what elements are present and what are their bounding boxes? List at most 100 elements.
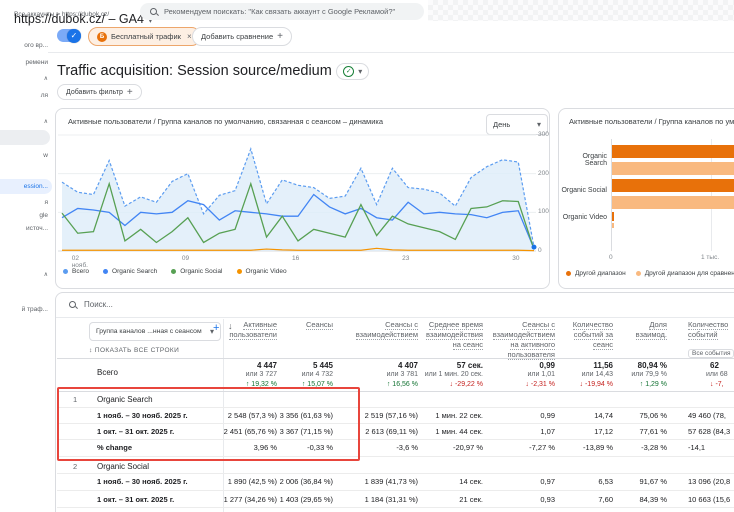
legend-label: Другой диапазон	[575, 270, 626, 277]
table-cell: 13 096 (20,8	[688, 477, 734, 486]
bar-x-tick: 0	[609, 254, 613, 261]
bar-current	[612, 212, 614, 221]
bar-chart-title: Активные пользователи / Группа каналов п…	[569, 117, 734, 126]
header-divider	[57, 358, 734, 359]
topbar-masked-region	[428, 0, 734, 21]
add-comparison-button[interactable]: Добавить сравнение +	[192, 27, 292, 46]
chevron-down-icon: ▾	[537, 120, 541, 129]
event-filter-select[interactable]: Все события	[688, 349, 734, 358]
row-divider	[57, 490, 734, 491]
bar-chart-legend: Другой диапазон Другой диапазон для сравн…	[566, 270, 734, 277]
nav-item-clipped[interactable]: й траф...	[0, 306, 48, 313]
search-icon	[69, 301, 76, 308]
period-label: 1 окт. – 31 окт. 2025 г.	[97, 495, 174, 504]
column-header-label: Доля	[649, 320, 667, 330]
bar-comparison	[612, 223, 614, 228]
ga4-traffic-acquisition-screen: Все аккаунты > https://dubok.cz/ https:/…	[0, 0, 734, 512]
table-cell: 77,61 %	[572, 427, 667, 436]
column-header[interactable]: Сеансы	[238, 320, 333, 330]
chevron-up-icon[interactable]: ∧	[0, 75, 48, 82]
nav-item-clipped[interactable]: ремени	[0, 59, 48, 66]
divider	[56, 317, 734, 318]
page-title: Traffic acquisition: Session source/medi…	[57, 63, 332, 79]
add-comparison-label: Добавить сравнение	[201, 32, 273, 41]
bar-category-label: Organic Video	[561, 214, 607, 221]
table-cell: 49 460 (78,	[688, 411, 734, 420]
x-axis-tick: 30	[512, 255, 519, 262]
nav-item-clipped[interactable]: источ...	[0, 225, 48, 232]
close-icon[interactable]: ×	[187, 32, 192, 41]
column-header-label: взаимод.	[636, 330, 667, 340]
column-header-label: событий	[688, 330, 718, 340]
bar-comparison	[612, 162, 734, 175]
total-value: 5 445	[238, 361, 333, 370]
property-selector[interactable]: https://dubok.cz/ – GA4 ▾	[14, 10, 152, 28]
search-hint: Рекомендуем поискать: "Как связать аккау…	[164, 7, 395, 16]
highlight-annotation	[57, 387, 360, 461]
chevron-up-icon[interactable]: ∧	[0, 118, 48, 125]
expand-rows-icon: ↕	[89, 347, 93, 354]
segment-chip-label: Бесплатный трафик	[111, 32, 181, 41]
show-all-rows-button[interactable]: ↕ ПОКАЗАТЬ ВСЕ СТРОКИ	[89, 347, 179, 354]
line-chart-legend: ВсегоOrganic SearchOrganic SocialOrganic…	[63, 268, 287, 275]
total-row-label: Всего	[97, 368, 118, 377]
y-axis-tick: 300	[538, 131, 549, 138]
table-cell: 10 663 (15,6	[688, 495, 734, 504]
row-dimension-label[interactable]: Organic Social	[97, 462, 149, 471]
nav-item-clipped[interactable]: я	[0, 199, 48, 206]
total-secondary-value: или 68	[706, 371, 734, 378]
bar-category-label: Organic Social	[561, 187, 607, 194]
nav-item-clipped[interactable]: w	[0, 152, 48, 159]
legend-item: Organic Search	[103, 268, 157, 275]
bar-category-label: Organic Search	[561, 153, 607, 167]
table-cell: 57 628 (84,3	[688, 427, 734, 436]
report-status-button[interactable]: ✓ ▾	[336, 63, 369, 80]
nav-item-highlight[interactable]	[0, 130, 50, 145]
segment-chip[interactable]: Б Бесплатный трафик ×	[88, 27, 201, 46]
divider	[48, 52, 734, 53]
report-title-row: Traffic acquisition: Session source/medi…	[57, 62, 369, 80]
table-cell: 75,06 %	[572, 411, 667, 420]
table-cell: -14,1	[688, 443, 734, 452]
y-axis-tick: 100	[538, 208, 549, 215]
legend-dot-icon	[636, 271, 641, 276]
nav-item-clipped[interactable]: ого вр...	[0, 42, 48, 49]
row-divider	[57, 473, 734, 474]
column-header[interactable]: Количествособытий Все события	[688, 320, 734, 360]
line-chart-title: Активные пользователи / Группа каналов п…	[68, 117, 468, 126]
x-axis-tick: 09	[182, 255, 189, 262]
total-change-value: ↑ 1,29 %	[572, 381, 667, 388]
legend-dot-icon	[171, 269, 176, 274]
y-axis-tick: 200	[538, 170, 549, 177]
total-change-value: ↓ -7,	[710, 381, 734, 388]
plus-icon: +	[127, 87, 133, 98]
column-header[interactable]: Долявзаимод.	[572, 320, 667, 340]
plus-icon: +	[277, 31, 283, 42]
legend-dot-icon	[63, 269, 68, 274]
check-icon: ✓	[67, 29, 81, 43]
legend-label: Другой диапазон для сравнения	[645, 270, 734, 277]
chevron-up-icon[interactable]: ∧	[0, 271, 48, 278]
segment-badge-icon: Б	[97, 32, 107, 42]
line-chart	[58, 133, 538, 254]
legend-item: Organic Social	[171, 268, 222, 275]
search-icon	[150, 8, 157, 15]
bar-chart-card: Активные пользователи / Группа каналов п…	[558, 108, 734, 289]
add-filter-button[interactable]: Добавить фильтр +	[57, 84, 142, 100]
total-value: 80,94 %	[572, 361, 667, 370]
global-search[interactable]: Рекомендуем поискать: "Как связать аккау…	[140, 3, 424, 20]
add-filter-label: Добавить фильтр	[66, 89, 123, 96]
table-search[interactable]: Поиск...	[69, 300, 113, 309]
y-axis-tick: 0	[538, 247, 542, 254]
x-axis-tick: 16	[292, 255, 299, 262]
comparison-toggle[interactable]: ✓	[57, 29, 81, 42]
column-header-label: пользователи	[229, 330, 277, 340]
nav-item-clipped[interactable]: ля	[0, 92, 48, 99]
column-header-label: сеанс	[593, 340, 613, 350]
bar-current	[612, 179, 734, 192]
table-cell: 2 006 (36,84 %)	[238, 477, 333, 486]
nav-item-clipped[interactable]: gle	[0, 212, 48, 219]
column-header-label: Количество	[688, 320, 728, 330]
nav-item-selected[interactable]: ession...	[0, 179, 52, 194]
legend-item: Другой диапазон	[566, 270, 626, 277]
